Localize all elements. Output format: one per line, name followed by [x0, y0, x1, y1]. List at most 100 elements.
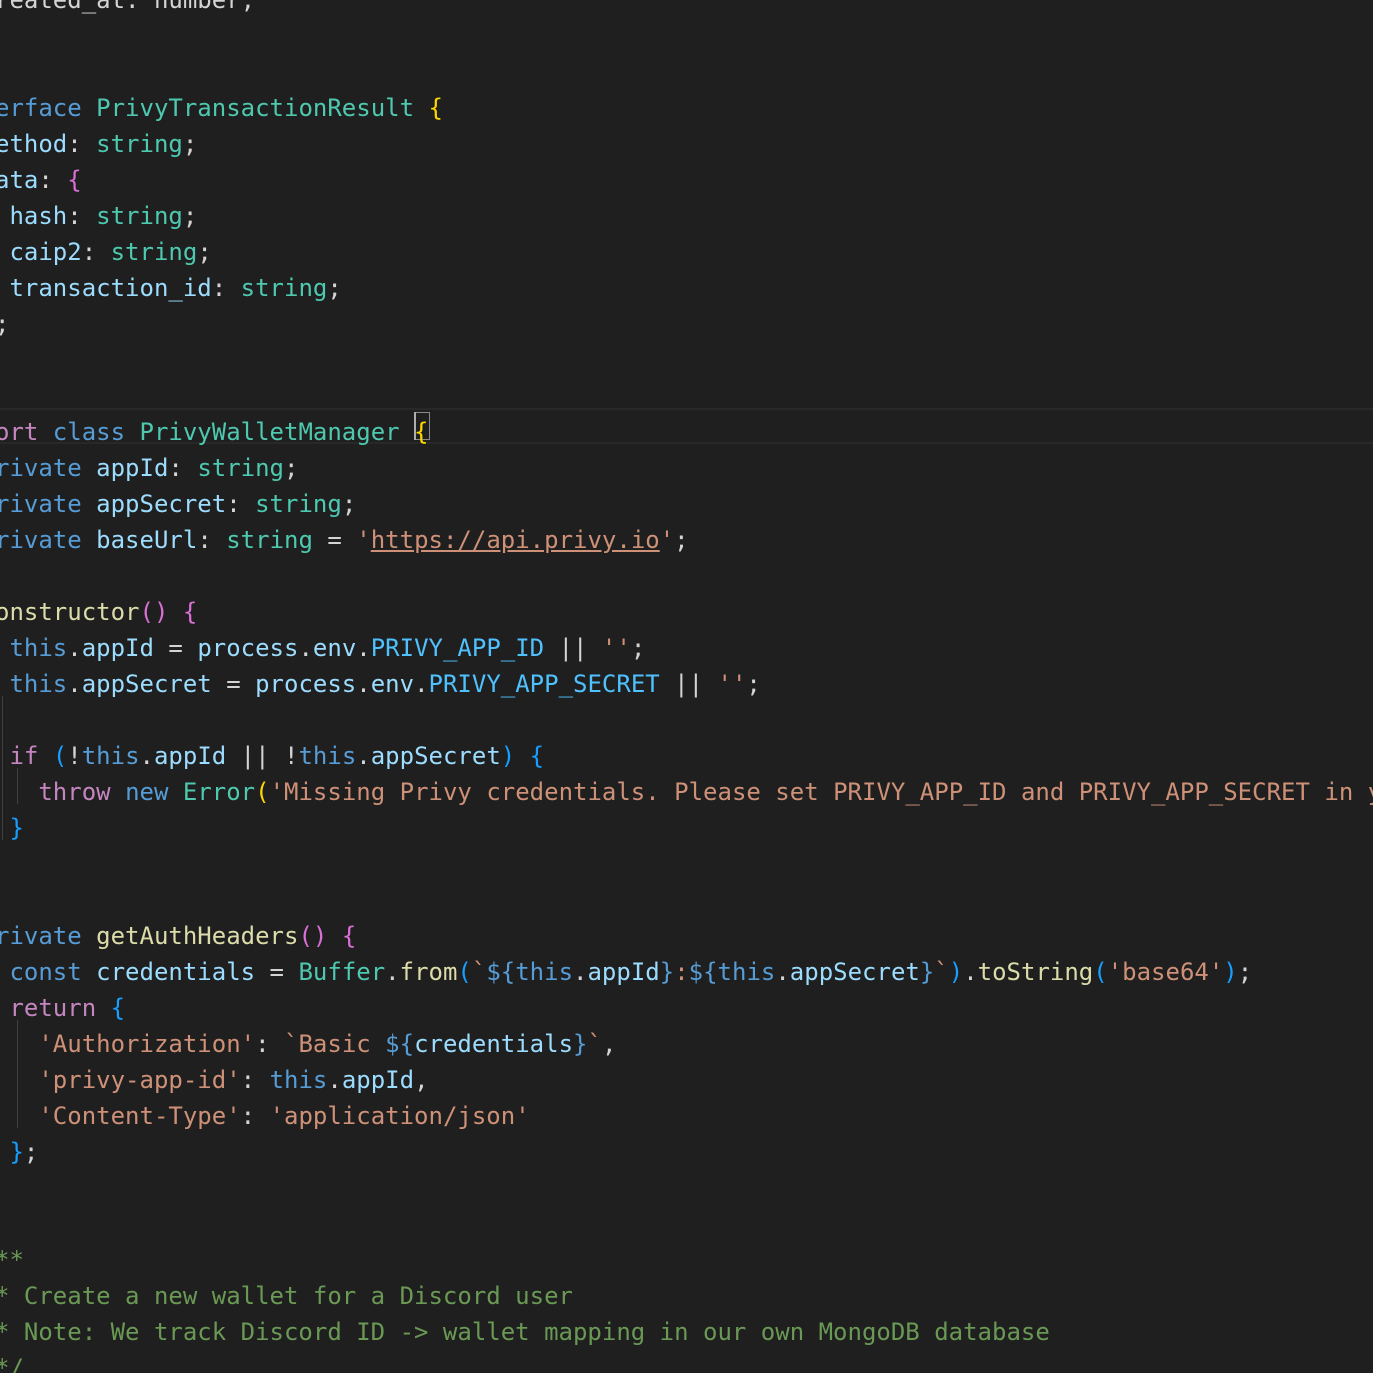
code-token: 'privy-app-id' — [38, 1066, 241, 1094]
code-token: string — [226, 526, 313, 554]
code-line[interactable]: 'Content-Type': 'application/json' — [0, 1098, 529, 1134]
code-line[interactable]: this.appId = process.env.PRIVY_APP_ID ||… — [0, 630, 645, 666]
code-line[interactable]: reated_at: number; — [0, 0, 255, 18]
code-line[interactable]: ethod: string; — [0, 126, 197, 162]
code-token: ethod — [0, 130, 68, 158]
code-token: appSecret — [81, 670, 212, 698]
code-token: { — [110, 994, 126, 1022]
code-token: : — [67, 130, 97, 158]
code-token: throw — [38, 778, 111, 806]
code-line[interactable]: ata: { — [0, 162, 82, 198]
code-token: return — [9, 994, 97, 1022]
code-line[interactable]: throw new Error('Missing Privy credentia… — [0, 774, 1373, 810]
url-link[interactable]: https://api.privy.io — [371, 526, 660, 554]
code-token: this — [9, 670, 68, 698]
code-token: ; — [23, 1138, 39, 1166]
code-token: ** — [0, 1246, 24, 1274]
code-token: ; — [630, 634, 646, 662]
code-line[interactable]: if (!this.appId || !this.appSecret) { — [0, 738, 544, 774]
code-line[interactable]: onstructor() { — [0, 594, 197, 630]
code-token: rivate — [0, 490, 97, 518]
code-token: ; — [327, 274, 342, 302]
code-token: env — [312, 634, 357, 662]
code-line[interactable]: }; — [0, 1134, 38, 1170]
code-token: , — [414, 1066, 429, 1094]
code-token: appSecret — [370, 742, 501, 770]
code-editor[interactable]: reated_at: number; erface PrivyTransactio… — [0, 0, 1373, 1373]
code-token: ( — [457, 958, 472, 986]
code-token: || — [544, 634, 602, 662]
code-token: : — [211, 274, 241, 302]
code-token: ${ — [688, 958, 718, 986]
code-token: = — [153, 634, 198, 662]
code-token: string — [96, 202, 183, 230]
code-line[interactable]: rivate getAuthHeaders() { — [0, 918, 356, 954]
code-line[interactable]: this.appSecret = process.env.PRIVY_APP_S… — [0, 666, 760, 702]
code-line[interactable]: hash: string; — [0, 198, 197, 234]
code-line[interactable]: rivate baseUrl: string = 'https://api.pr… — [0, 522, 689, 558]
code-token: PRIVY_APP_SECRET — [428, 670, 660, 698]
code-token: * Create a new wallet for a Discord user — [0, 1282, 573, 1310]
code-line[interactable]: caip2: string; — [0, 234, 211, 270]
code-token: . — [573, 958, 588, 986]
code-token: toString — [977, 958, 1094, 986]
code-line[interactable]: 'Authorization': `Basic ${credentials}`, — [0, 1026, 616, 1062]
code-token: . — [139, 742, 154, 770]
code-token: { — [341, 922, 357, 950]
code-token: 'Missing Privy credentials. Please set P… — [269, 778, 1373, 806]
code-token: . — [356, 670, 371, 698]
code-token: ${ — [385, 1030, 415, 1058]
code-token: ) — [948, 958, 964, 986]
code-token: : — [67, 202, 97, 230]
code-line[interactable]: 'privy-app-id': this.appId, — [0, 1062, 429, 1098]
code-token: } — [919, 958, 935, 986]
code-line[interactable]: return { — [0, 990, 125, 1026]
code-token: ; — [182, 130, 198, 158]
code-token: : — [168, 454, 198, 482]
code-token: string — [197, 454, 285, 482]
code-line[interactable]: transaction_id: string; — [0, 270, 342, 306]
code-token: from — [399, 958, 458, 986]
code-token: ` — [471, 958, 487, 986]
code-line[interactable]: */ — [0, 1350, 24, 1373]
code-token: appId — [341, 1066, 415, 1094]
code-token: ; — [341, 490, 357, 518]
code-token: credentials — [414, 1030, 574, 1058]
code-line[interactable]: * Create a new wallet for a Discord user — [0, 1278, 573, 1314]
code-token: { — [428, 94, 443, 122]
code-token: . — [963, 958, 978, 986]
code-token: string — [110, 238, 198, 266]
code-line[interactable]: rivate appId: string; — [0, 450, 298, 486]
code-token: = — [312, 526, 357, 554]
code-token: getAuthHeaders — [96, 922, 299, 950]
code-token: appSecret — [789, 958, 920, 986]
code-line[interactable]: ; — [0, 306, 9, 342]
code-line[interactable]: ** — [0, 1242, 24, 1278]
code-token: ( — [52, 742, 68, 770]
code-line[interactable]: rivate appSecret: string; — [0, 486, 356, 522]
code-token: Buffer — [298, 958, 386, 986]
code-token: new — [125, 778, 169, 806]
code-token: reated_at: number; — [0, 0, 256, 14]
code-token: ' — [659, 526, 675, 554]
code-token: = — [255, 958, 299, 986]
code-token: . — [327, 1066, 342, 1094]
code-token: 'base64' — [1107, 958, 1224, 986]
code-token: ; — [284, 454, 299, 482]
code-token: . — [385, 958, 400, 986]
code-line[interactable]: ort class PrivyWalletManager { — [0, 414, 429, 450]
code-line[interactable]: } — [0, 810, 23, 846]
code-token: : — [240, 1066, 270, 1094]
code-line[interactable]: erface PrivyTransactionResult { — [0, 90, 443, 126]
code-token: ' — [356, 526, 371, 554]
code-line[interactable]: const credentials = Buffer.from(`${this.… — [0, 954, 1252, 990]
code-token: ${ — [486, 958, 516, 986]
code-line[interactable]: * Note: We track Discord ID -> wallet ma… — [0, 1314, 1050, 1350]
